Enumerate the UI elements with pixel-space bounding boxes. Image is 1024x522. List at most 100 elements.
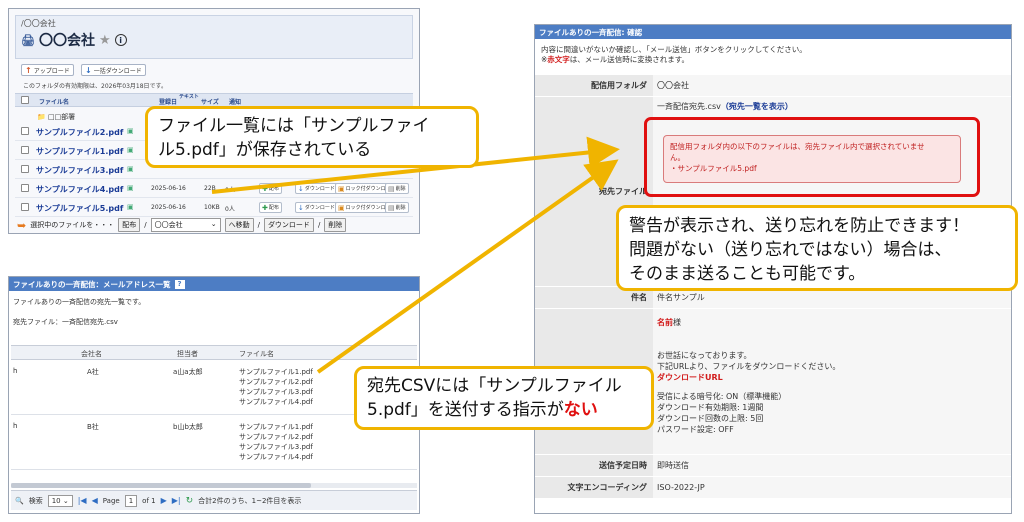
horizontal-scrollbar[interactable] bbox=[11, 483, 417, 488]
per-page-select[interactable]: 10 ⌄ bbox=[47, 494, 73, 507]
confirm-intro: 内容に間違いがないか確認し、「メール送信」ボタンをクリックしてください。 ※赤文… bbox=[541, 45, 807, 64]
person-cell: b山b太郎 bbox=[173, 423, 203, 431]
refresh-icon[interactable]: ↻ bbox=[186, 496, 194, 506]
breadcrumb[interactable]: /〇〇会社 bbox=[21, 18, 56, 29]
col-company[interactable]: 会社名 bbox=[81, 349, 102, 359]
folder-title: 🖨 〇〇会社 ★ i bbox=[21, 30, 127, 50]
bulk-download-button[interactable]: ↓ 一括ダウンロード bbox=[81, 64, 146, 76]
download-icon: ↓ bbox=[298, 203, 304, 212]
label-encoding: 文字エンコーディング bbox=[535, 477, 653, 499]
col-person[interactable]: 担当者 bbox=[177, 349, 198, 359]
person-cell: a山a太郎 bbox=[173, 368, 203, 376]
body-download-url: ダウンロードURL bbox=[657, 373, 723, 382]
show-address-list-link[interactable]: （宛先一覧を表示） bbox=[721, 102, 793, 111]
folder-icon: 🖨 bbox=[21, 33, 35, 47]
page-label: Page bbox=[102, 496, 120, 505]
file-row[interactable]: サンプルファイル4.pdf ▣ 2025-06-16 22B 0人 ✚ 配布 ↓ ダ… bbox=[15, 179, 413, 198]
notify-count: 0人 bbox=[225, 206, 235, 213]
download-button[interactable]: ↓ ダウンロード bbox=[295, 202, 338, 213]
separator: / bbox=[257, 221, 260, 229]
file-name-link[interactable]: サンプルファイル2.pdf bbox=[36, 127, 123, 138]
file-date: 2025-06-16 bbox=[151, 204, 186, 211]
row-checkbox[interactable] bbox=[21, 165, 29, 173]
search-button-label[interactable]: 検索 bbox=[29, 496, 43, 506]
confirm-panel-titlebar: ファイルありの一斉配信: 確認 bbox=[535, 25, 1011, 39]
file-row[interactable]: サンプルファイル5.pdf ▣ 2025-06-16 10KB 0人 ✚ 配布 ↓… bbox=[15, 198, 413, 217]
row-checkbox[interactable] bbox=[21, 203, 29, 211]
bulk-delete-button[interactable]: 削除 bbox=[324, 218, 347, 232]
file-date: 2025-06-16 bbox=[151, 185, 186, 192]
separator: / bbox=[317, 221, 321, 229]
file-meta-icon: ▣ bbox=[127, 184, 134, 192]
move-button[interactable]: へ移動 bbox=[224, 218, 254, 232]
pager-bar: 🔍 検索 10 ⌄ |◀ ◀ Page 1 of 1 ▶ ▶| ↻ 合計2件のう… bbox=[11, 490, 417, 510]
csv-file-label: 宛先ファイル：一斉配信宛先.csv bbox=[13, 318, 118, 326]
search-icon[interactable]: 🔍 bbox=[15, 497, 24, 505]
info-icon[interactable]: i bbox=[114, 34, 127, 46]
distribute-icon: ✚ bbox=[262, 184, 268, 193]
prev-page-icon[interactable]: ◀ bbox=[92, 496, 98, 505]
next-page-icon[interactable]: ▶ bbox=[161, 496, 167, 505]
row-checkbox[interactable] bbox=[21, 146, 29, 154]
move-target-select[interactable]: 〇〇会社 ⌄ bbox=[150, 218, 221, 232]
bulk-download-action[interactable]: ダウンロード bbox=[263, 218, 314, 232]
bulk-distribute-button[interactable]: 配布 bbox=[118, 218, 141, 232]
files-cell: サンプルファイル1.pdf サンプルファイル2.pdf サンプルファイル3.pd… bbox=[239, 368, 313, 406]
schedule-value: 即時送信 bbox=[653, 455, 1011, 477]
upload-icon: ↑ bbox=[25, 65, 32, 75]
select-all-checkbox[interactable] bbox=[21, 96, 29, 104]
page-number-input[interactable]: 1 bbox=[124, 494, 138, 507]
download-icon: ↓ bbox=[298, 184, 304, 193]
page-of-label: of 1 bbox=[142, 496, 156, 505]
department-folder[interactable]: 📁 □□部署 bbox=[37, 112, 75, 122]
confirm-panel-title: ファイルありの一斉配信: 確認 bbox=[539, 27, 643, 37]
delete-button[interactable]: ▤ 削除 bbox=[385, 183, 409, 194]
last-page-icon[interactable]: ▶| bbox=[172, 496, 181, 505]
file-meta-icon: ▣ bbox=[127, 146, 134, 154]
label-folder: 配信用フォルダ bbox=[535, 75, 653, 97]
file-name-link[interactable]: サンプルファイル3.pdf bbox=[36, 165, 123, 176]
col-date[interactable]: 登録日 bbox=[159, 97, 177, 106]
download-button[interactable]: ↓ ダウンロード bbox=[295, 183, 338, 194]
distribute-icon: ✚ bbox=[262, 203, 268, 212]
distribute-button[interactable]: ✚ 配布 bbox=[259, 202, 282, 213]
distribute-button[interactable]: ✚ 配布 bbox=[259, 183, 282, 194]
files-cell: サンプルファイル1.pdf サンプルファイル2.pdf サンプルファイル3.pd… bbox=[239, 423, 313, 461]
address-panel-title: ファイルありの一斉配信：メールアドレス一覧 bbox=[13, 279, 171, 289]
file-name-link[interactable]: サンプルファイル1.pdf bbox=[36, 146, 123, 157]
company-cell: A社 bbox=[87, 368, 99, 376]
upload-button[interactable]: ↑ アップロード bbox=[21, 64, 74, 76]
address-panel-titlebar: ファイルありの一斉配信：メールアドレス一覧 ? bbox=[9, 277, 419, 291]
file-size: 22B bbox=[204, 185, 216, 192]
help-icon[interactable]: ? bbox=[174, 279, 185, 289]
row-checkbox[interactable] bbox=[21, 184, 29, 192]
col-notify: 通知 bbox=[229, 99, 242, 106]
dest-csv-line: 一斉配信宛先.csv（宛先一覧を表示） bbox=[657, 101, 793, 112]
first-page-icon[interactable]: |◀ bbox=[78, 496, 87, 505]
folder-value: 〇〇会社 bbox=[653, 75, 1011, 97]
download-icon: ↓ bbox=[85, 65, 92, 75]
row-checkbox[interactable] bbox=[21, 127, 29, 135]
trash-icon: ▤ bbox=[388, 203, 395, 212]
company-cell: B社 bbox=[87, 423, 99, 431]
col-filename[interactable]: ファイル名 bbox=[39, 97, 69, 106]
callout-csv: 宛先CSVには「サンプルファイル 5.pdf」を送付する指示がない bbox=[354, 366, 654, 430]
lock-icon: ▣ bbox=[338, 184, 345, 193]
label-schedule: 送信予定日時 bbox=[535, 455, 653, 477]
chevron-down-icon: ⌄ bbox=[210, 220, 217, 228]
col-text[interactable]: テキスト bbox=[179, 93, 199, 100]
star-icon[interactable]: ★ bbox=[99, 33, 111, 48]
scrollbar-thumb[interactable] bbox=[11, 483, 311, 488]
col-files[interactable]: ファイル名 bbox=[239, 349, 274, 359]
lock-icon: ▣ bbox=[338, 203, 345, 212]
file-name-link[interactable]: サンプルファイル5.pdf bbox=[36, 203, 123, 214]
file-name-link[interactable]: サンプルファイル4.pdf bbox=[36, 184, 123, 195]
address-grid-header: 会社名 担当者 ファイル名 bbox=[11, 346, 417, 360]
expiry-note: このフォルダの有効期限は、2026年03月18日です。 bbox=[23, 83, 167, 90]
col-size[interactable]: サイズ bbox=[201, 97, 219, 106]
dest-csv-file: 一斉配信宛先.csv bbox=[657, 102, 721, 111]
delete-button[interactable]: ▤ 削除 bbox=[385, 202, 409, 213]
notify-count: 0人 bbox=[225, 187, 235, 194]
encoding-value: ISO-2022-JP bbox=[653, 477, 1011, 499]
folder-title-text: 〇〇会社 bbox=[38, 33, 95, 49]
